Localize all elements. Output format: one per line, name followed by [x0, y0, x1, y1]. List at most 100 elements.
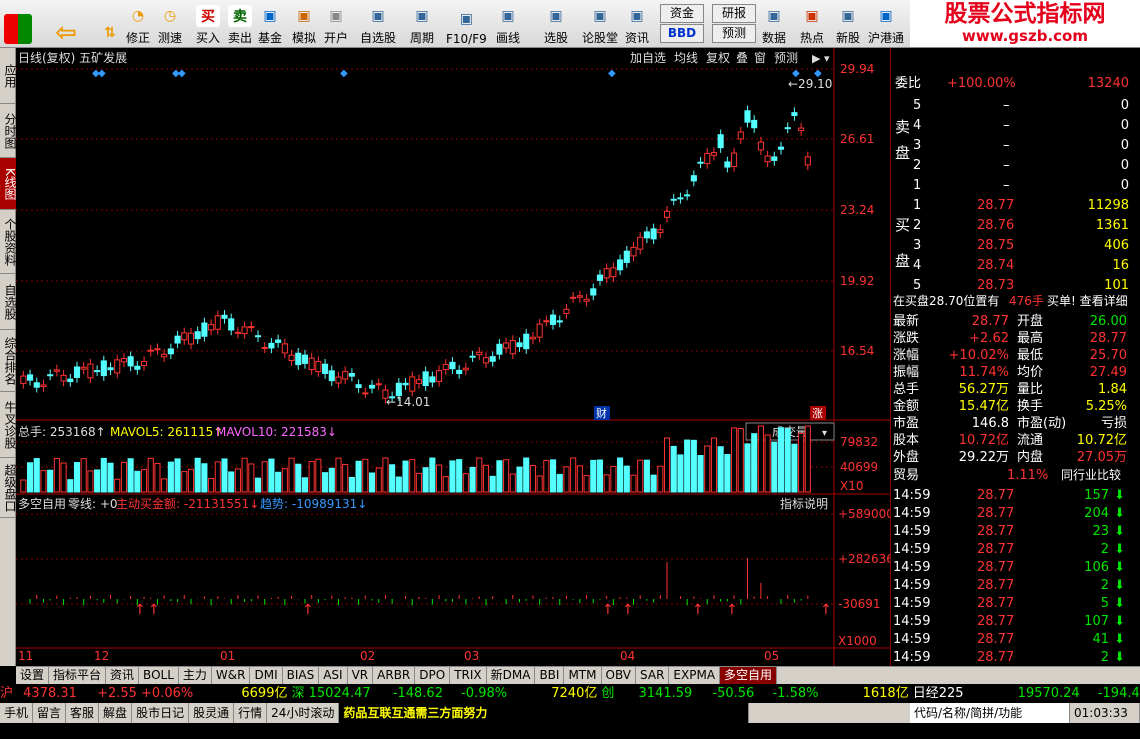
toolbar-draw-line-button[interactable]: ▣ 画线: [496, 2, 520, 46]
toolbar-simulate-button[interactable]: ▣ 模拟: [292, 2, 316, 46]
watchlist-icon: ▣: [371, 8, 385, 24]
indicator-tab-7[interactable]: BIAS: [283, 667, 320, 684]
toolbar-forecast-button[interactable]: 预测: [712, 24, 756, 43]
volume-bar: [663, 437, 671, 493]
sidebar-item-7[interactable]: 超级盘口: [0, 458, 17, 518]
toolbar-speedtest-button[interactable]: ◷ 测速: [158, 2, 182, 46]
cai-marker-label: 财: [596, 406, 607, 420]
status-item-3[interactable]: 解盘: [99, 703, 133, 723]
toolbar-hk-connect-button[interactable]: ▣ 沪港通: [868, 2, 904, 46]
sell-row: 4–0: [913, 118, 1129, 133]
toolbar-screener-button[interactable]: ▣ 选股: [544, 2, 568, 46]
sidebar-item-2[interactable]: K线图: [0, 158, 17, 210]
indicator-tab-13[interactable]: 新DMA: [487, 667, 536, 684]
chart-btn-1[interactable]: 均线: [674, 51, 698, 65]
kline-chart[interactable]: 日线(复权) 五矿发展 加自选 均线 复权叠窗预测 ▶ ▾ 29.94 26.61 23.24…: [16, 48, 890, 666]
sell-row: 2–0: [913, 158, 1129, 173]
sidebar-item-4[interactable]: 自选股: [0, 274, 17, 330]
toolbar-ipo-button[interactable]: ▣ 新股: [836, 2, 860, 46]
volume-bar: [375, 467, 382, 493]
news-ticker[interactable]: 药品互联互通需三方面努力: [339, 703, 750, 723]
down-arrow-icon: ⬇: [1114, 488, 1125, 503]
status-bar: 手机 留言 客服 解盘 股市日记 股灵通 行情 24小时滚动 药品互联互通需三方面努力 代码/名称…: [0, 703, 1140, 723]
vol-tick: X10: [840, 479, 864, 493]
indicator-tab-11[interactable]: DPO: [415, 667, 451, 684]
toolbar-fund-button[interactable]: ▣ 基金: [258, 2, 282, 46]
toolbar-hotspot-button[interactable]: ▣ 热点: [800, 2, 824, 46]
chart-btn-3[interactable]: 叠: [736, 51, 748, 65]
toolbar-buy-button[interactable]: 买买入: [196, 2, 220, 46]
toolbar-open-account-button[interactable]: ▣ 开户: [324, 2, 348, 46]
indicator-tab-16[interactable]: OBV: [602, 667, 637, 684]
status-item-1[interactable]: 留言: [33, 703, 67, 723]
indicator-tab-19[interactable]: 多空自用: [720, 667, 778, 684]
indicator-tab-10[interactable]: ARBR: [373, 667, 416, 684]
chart-btn-0[interactable]: 加自选: [630, 51, 666, 65]
volume-bar: [241, 457, 248, 493]
indicator-tab-8[interactable]: ASI: [319, 667, 348, 684]
indicator-tab-15[interactable]: MTM: [564, 667, 602, 684]
toolbar-sell-button[interactable]: 卖卖出: [228, 2, 252, 46]
volume-bar: [791, 443, 798, 493]
event-diamond-icon[interactable]: ◆: [608, 68, 616, 79]
status-item-7[interactable]: 24小时滚动: [267, 703, 340, 723]
indicator-tab-3[interactable]: BOLL: [139, 667, 179, 684]
indicator-tab-5[interactable]: W&R: [212, 667, 251, 684]
toolbar-correct-button[interactable]: ◔ 修正: [126, 2, 150, 46]
chart-btn-5[interactable]: 预测: [774, 51, 798, 65]
toolbar-capital-button[interactable]: 资金: [660, 4, 704, 23]
status-item-0[interactable]: 手机: [0, 703, 34, 723]
status-item-6[interactable]: 行情: [234, 703, 268, 723]
indicator-tab-17[interactable]: SAR: [636, 667, 670, 684]
event-diamond-icon[interactable]: ◆: [98, 68, 106, 79]
flag-icon[interactable]: [4, 2, 32, 46]
toolbar-news-button[interactable]: ▣ 资讯: [625, 2, 649, 46]
chart-btn-2[interactable]: 复权: [706, 51, 730, 65]
sidebar-item-3[interactable]: 个股资料: [0, 210, 17, 274]
indicator-tab-1[interactable]: 指标平台: [49, 667, 107, 684]
toolbar-bbd-button[interactable]: BBD: [660, 24, 704, 43]
volume-bar: [87, 470, 94, 493]
indicator-tab-6[interactable]: DMI: [250, 667, 283, 684]
indicator-tab-2[interactable]: 资讯: [106, 667, 140, 684]
volume-bar: [254, 477, 262, 493]
indicator-tab-18[interactable]: EXPMA: [669, 667, 721, 684]
event-diamond-icon[interactable]: ◆: [340, 68, 348, 79]
toolbar-f10-button[interactable]: ▣ F10/F9: [446, 2, 487, 46]
dropdown-icon[interactable]: ▶ ▾: [812, 52, 830, 65]
down-arrow-icon: ⬇: [1114, 632, 1125, 647]
event-diamond-icon[interactable]: ◆: [178, 68, 186, 79]
toolbar-label: 新股: [836, 31, 861, 45]
indicator-tab-4[interactable]: 主力: [179, 667, 212, 684]
status-item-2[interactable]: 客服: [66, 703, 100, 723]
buy-row: 4 28.74 16: [913, 258, 1129, 273]
hk-connect-icon: ▣: [879, 8, 893, 24]
indicator-help-button[interactable]: 指标说明: [780, 496, 828, 511]
down-arrow-icon: ⬇: [1114, 524, 1125, 539]
toolbar-period-button[interactable]: ▣ 周期: [410, 2, 434, 46]
toolbar-forum-button[interactable]: ▣ 论股堂: [582, 2, 618, 46]
sidebar-item-1[interactable]: 分时图: [0, 104, 17, 158]
toolbar-data-button[interactable]: ▣ 数据: [762, 2, 786, 46]
toolbar-research-button[interactable]: 研报: [712, 4, 756, 23]
sidebar-item-5[interactable]: 综合排名: [0, 330, 17, 392]
indicator-tab-14[interactable]: BBI: [535, 667, 565, 684]
chart-btn-4[interactable]: 窗: [754, 51, 766, 65]
sidebar-item-6[interactable]: 牛叉诊股: [0, 392, 17, 458]
back-icon[interactable]: ⇦: [54, 2, 78, 47]
volume-bar: [643, 459, 650, 493]
sell-row: 1–0: [913, 178, 1129, 193]
status-item-4[interactable]: 股市日记: [132, 703, 190, 723]
search-input[interactable]: 代码/名称/简拼/功能: [910, 703, 1070, 723]
sidebar-item-0[interactable]: 应用: [0, 48, 17, 104]
clock: 01:03:33: [1070, 703, 1140, 723]
indicator-tab-0[interactable]: 设置: [16, 667, 50, 684]
volume-bar: [174, 458, 181, 493]
status-item-5[interactable]: 股灵通: [189, 703, 235, 723]
volume-bar: [429, 457, 436, 493]
indicator-tab-9[interactable]: VR: [348, 667, 374, 684]
toolbar-watchlist-button[interactable]: ▣ 自选股: [360, 2, 396, 46]
arrow-up-down-icon[interactable]: ⇅: [98, 2, 122, 46]
volume-bar: [570, 457, 577, 493]
indicator-tab-12[interactable]: TRIX: [450, 667, 487, 684]
